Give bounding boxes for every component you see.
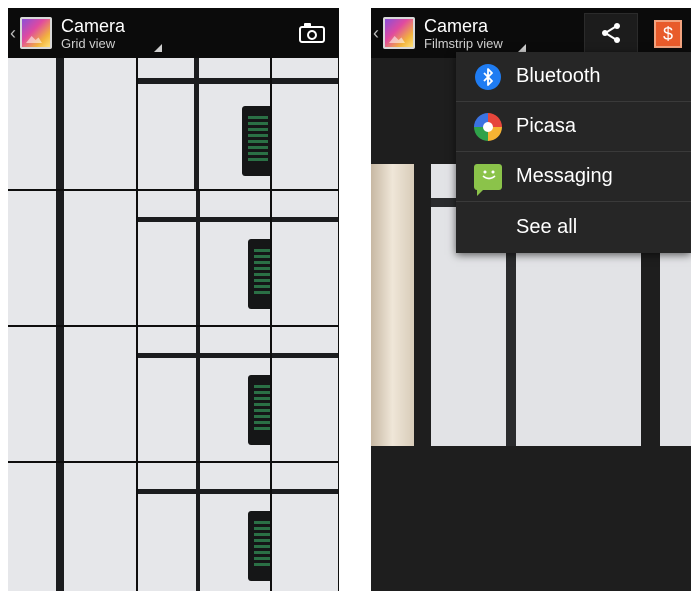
qr-scanner-icon[interactable]: $ [654, 20, 682, 48]
action-bar: ‹ Camera Filmstrip view $ [371, 8, 691, 58]
share-menu-item-picasa[interactable]: Picasa [456, 102, 691, 152]
album-spinner[interactable]: Camera Filmstrip view [424, 17, 503, 50]
messaging-icon [474, 163, 502, 196]
spinner-triangle-icon [154, 44, 162, 52]
menu-item-label: Messaging [516, 165, 613, 187]
photo-thumbnail[interactable] [8, 463, 136, 591]
share-icon [602, 23, 620, 43]
share-menu-item-see-all[interactable]: See all [456, 202, 691, 252]
gallery-icon[interactable] [383, 17, 415, 49]
gallery-icon[interactable] [20, 17, 52, 49]
picasa-icon [474, 112, 502, 141]
camera-icon[interactable] [299, 22, 325, 44]
bluetooth-icon [475, 63, 501, 90]
album-spinner[interactable]: Camera Grid view [61, 17, 125, 50]
spinner-triangle-icon [518, 44, 526, 52]
share-button[interactable] [584, 13, 638, 53]
filmstrip-photo[interactable] [371, 164, 414, 446]
chevron-left-icon[interactable]: ‹ [371, 8, 381, 58]
menu-item-label: Bluetooth [516, 65, 601, 87]
album-title: Camera [424, 15, 489, 36]
photo-thumbnail[interactable] [138, 463, 270, 591]
photo-thumbnail[interactable] [8, 58, 136, 189]
photo-thumbnail[interactable] [272, 327, 338, 461]
gallery-filmstrip-screen: ‹ Camera Filmstrip view $ Bluetooth Pica… [371, 8, 691, 591]
photo-thumbnail[interactable] [8, 327, 136, 461]
chevron-left-icon[interactable]: ‹ [8, 8, 18, 58]
menu-item-label: See all [516, 215, 578, 238]
photo-thumbnail[interactable] [138, 327, 270, 461]
view-mode-label: Grid view [61, 35, 116, 51]
menu-item-label: Picasa [516, 115, 577, 137]
action-bar: ‹ Camera Grid view [8, 8, 339, 58]
share-menu-item-messaging[interactable]: Messaging [456, 152, 691, 202]
photo-thumbnail[interactable] [272, 191, 338, 325]
view-mode-label: Filmstrip view [424, 35, 503, 51]
gallery-grid-screen: ‹ Camera Grid view [8, 8, 339, 591]
share-menu-item-bluetooth[interactable]: Bluetooth [456, 52, 691, 102]
album-title: Camera [61, 15, 126, 36]
photo-thumbnail[interactable] [272, 58, 338, 189]
photo-thumbnail[interactable] [272, 463, 338, 591]
photo-thumbnail[interactable] [138, 191, 270, 325]
photo-thumbnail[interactable] [138, 58, 270, 189]
share-menu: Bluetooth Picasa Messaging See all [456, 52, 691, 253]
photo-thumbnail[interactable] [8, 191, 136, 325]
photo-grid [8, 58, 339, 591]
